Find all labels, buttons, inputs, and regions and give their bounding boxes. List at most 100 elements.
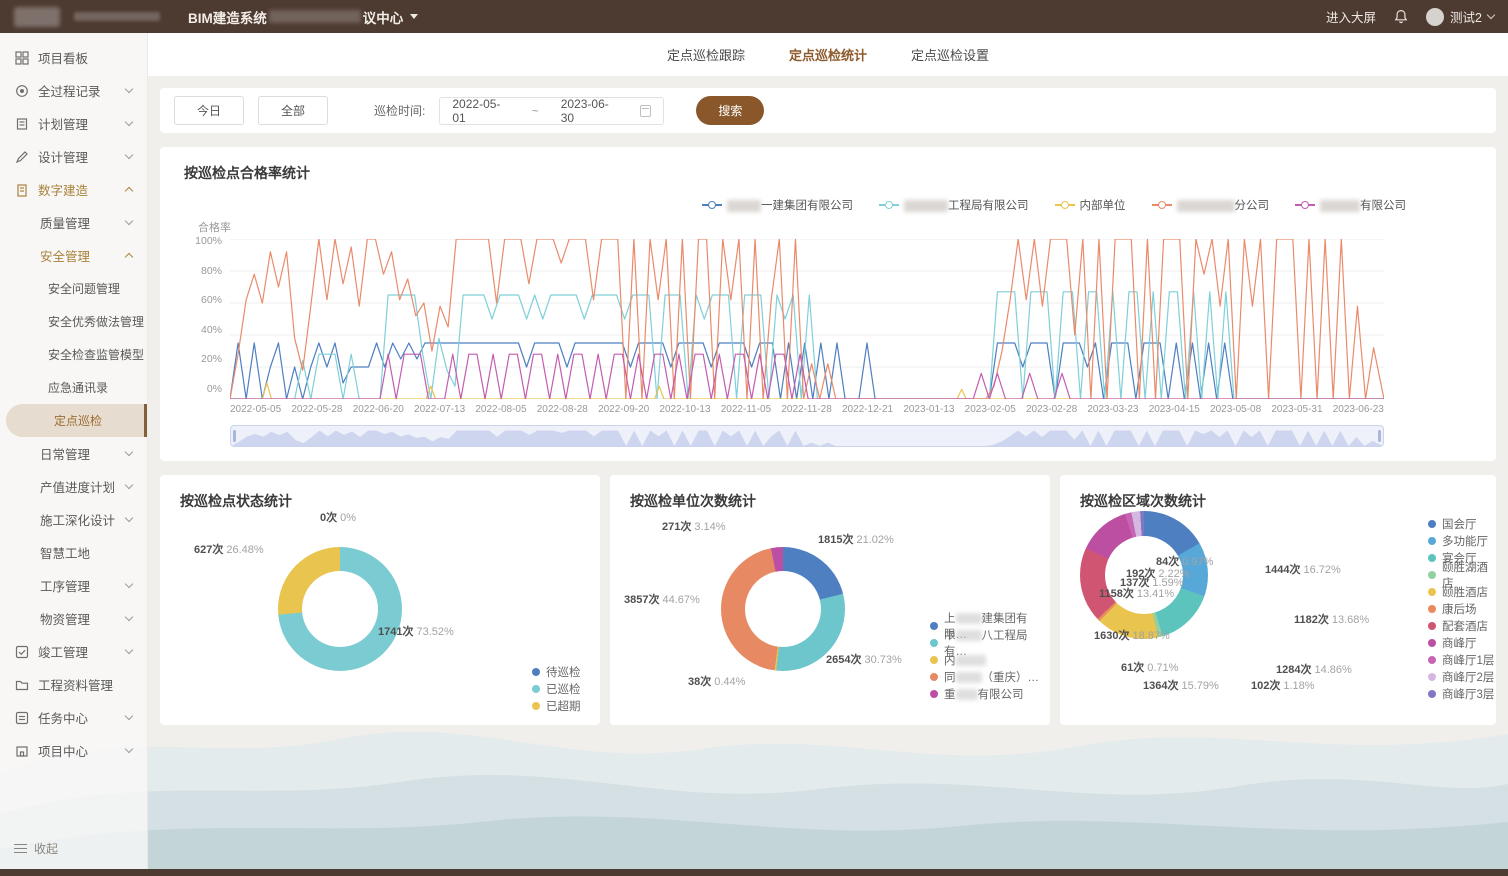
enter-big-screen-link[interactable]: 进入大屏 [1326, 7, 1376, 26]
donut-legend-item[interactable]: 商峰厅3层 [1428, 685, 1496, 702]
y-tick-label: 40% [184, 324, 222, 336]
chevron-down-icon [125, 217, 133, 225]
collapse-label: 收起 [34, 840, 58, 857]
donut-legend-item[interactable]: 颐胜酒店 [1428, 583, 1496, 600]
notification-bell-icon[interactable] [1394, 9, 1408, 24]
sidebar-item-label: 项目中心 [38, 741, 88, 760]
date-range-picker[interactable]: 2022-05-01 ~ 2023-06-30 [439, 97, 664, 125]
user-menu[interactable]: 测试2 [1426, 7, 1494, 26]
date-start[interactable]: 2022-05-01 [452, 97, 509, 125]
x-tick-label: 2022-06-20 [353, 404, 404, 415]
pass-rate-chart-title: 按巡检点合格率统计 [184, 163, 1472, 183]
line-chart-legend: 一建集团有限公司 工程局有限公司 内部单位 分公司 有限公司 [184, 197, 1406, 213]
tab-inspection-statistics[interactable]: 定点巡检统计 [789, 45, 867, 64]
chevron-down-icon [125, 481, 133, 489]
donut-legend-item[interactable]: 国会厅 [1428, 515, 1496, 532]
sidebar-item-label: 产值进度计划 [40, 477, 115, 496]
record-icon [15, 84, 29, 98]
donut-slice-label: 0次0% [320, 509, 356, 525]
sidebar-item[interactable]: 项目中心 [0, 734, 147, 767]
sidebar-item[interactable]: 安全优秀做法管理 [0, 305, 147, 338]
legend-item[interactable]: 有限公司 [1295, 197, 1406, 213]
sidebar-item[interactable]: 安全管理 [0, 239, 147, 272]
sidebar-item[interactable]: 应急通讯录 [0, 371, 147, 404]
sidebar-item[interactable]: 定点巡检 [6, 404, 147, 437]
sidebar-item[interactable]: 日常管理 [0, 437, 147, 470]
sidebar-item-label: 质量管理 [40, 213, 90, 232]
pass-rate-chart-card: 按巡检点合格率统计 一建集团有限公司 工程局有限公司 内部单位 分公司 有限公司 合格率… [160, 147, 1496, 461]
data-zoom-slider[interactable] [230, 425, 1384, 447]
sidebar-item[interactable]: 项目看板 [0, 41, 147, 74]
chevron-down-icon [125, 646, 133, 654]
status-donut-legend: 待巡检已巡检已超期 [532, 663, 581, 714]
donut-legend-item[interactable]: 颐胜湖酒店 [1428, 566, 1496, 583]
complete-icon [15, 645, 29, 659]
sidebar-item[interactable]: 全过程记录 [0, 74, 147, 107]
all-button[interactable]: 全部 [258, 96, 328, 125]
today-button[interactable]: 今日 [174, 96, 244, 125]
sidebar-item[interactable]: 计划管理 [0, 107, 147, 140]
sidebar-item[interactable]: 智慧工地 [0, 536, 147, 569]
donut-legend-item[interactable]: 待巡检 [532, 663, 581, 680]
donut-legend-item[interactable]: 内 [930, 651, 1050, 668]
donut-legend-item[interactable]: 商峰厅2层 [1428, 668, 1496, 685]
donut-legend-item[interactable]: 商峰厅1层 [1428, 651, 1496, 668]
legend-label: 康后场 [1442, 601, 1477, 617]
donut-slice-label: 102次1.18% [1251, 677, 1315, 693]
tab-inspection-tracking[interactable]: 定点巡检跟踪 [667, 45, 745, 64]
donut-legend-item[interactable]: 同（重庆）… [930, 668, 1050, 685]
line-legend-marker-icon [879, 200, 899, 210]
legend-label: 分公司 [1177, 197, 1270, 213]
legend-item[interactable]: 工程局有限公司 [879, 197, 1029, 213]
redacted-org-text [74, 12, 160, 21]
app-logo [14, 7, 60, 27]
sidebar-item[interactable]: 设计管理 [0, 140, 147, 173]
search-button[interactable]: 搜索 [696, 96, 764, 125]
legend-item[interactable]: 内部单位 [1055, 197, 1126, 213]
sidebar-item[interactable]: 质量管理 [0, 206, 147, 239]
sidebar-item[interactable]: 施工深化设计 [0, 503, 147, 536]
donut-legend-item[interactable]: 已超期 [532, 697, 581, 714]
sidebar-item[interactable]: 安全检查监管模型 [0, 338, 147, 371]
donut-legend-item[interactable]: 已巡检 [532, 680, 581, 697]
donut-slice-label: 1364次15.79% [1143, 677, 1219, 693]
status-donut-chart[interactable] [278, 547, 402, 671]
chevron-up-icon [125, 253, 133, 261]
avatar [1426, 8, 1444, 26]
sidebar-item[interactable]: 产值进度计划 [0, 470, 147, 503]
calendar-icon [640, 105, 651, 117]
sidebar-item[interactable]: 任务中心 [0, 701, 147, 734]
status-donut-title: 按巡检点状态统计 [180, 491, 580, 511]
donut-legend-item[interactable]: 康后场 [1428, 600, 1496, 617]
donut-slice-label: 61次0.71% [1121, 659, 1178, 675]
dashboard-icon [15, 51, 29, 65]
sidebar-collapse-button[interactable]: 收起 [14, 840, 58, 857]
sidebar-item[interactable]: 物资管理 [0, 602, 147, 635]
sidebar-item[interactable]: 工程资料管理 [0, 668, 147, 701]
donut-legend-item[interactable]: 商峰厅 [1428, 634, 1496, 651]
y-axis-label: 合格率 [198, 219, 1472, 235]
legend-item[interactable]: 一建集团有限公司 [702, 197, 853, 213]
sidebar-item-label: 智慧工地 [40, 543, 90, 562]
donut-legend-item[interactable]: 中八工程局有… [930, 634, 1050, 651]
x-tick-label: 2022-05-05 [230, 404, 281, 415]
x-tick-label: 2022-09-20 [598, 404, 649, 415]
date-end[interactable]: 2023-06-30 [561, 97, 618, 125]
sidebar-item[interactable]: 工序管理 [0, 569, 147, 602]
legend-dot-icon [1428, 656, 1436, 664]
app-title-prefix: BIM建造系统 [188, 7, 267, 27]
legend-dot-icon [1428, 537, 1436, 545]
donut-legend-item[interactable]: 配套酒店 [1428, 617, 1496, 634]
y-tick-label: 80% [184, 265, 222, 277]
donut-slice-label: 1741次73.52% [378, 623, 454, 639]
sidebar-item-label: 安全优秀做法管理 [48, 313, 144, 330]
legend-dot-icon [1428, 622, 1436, 630]
sidebar-item[interactable]: 数字建造 [0, 173, 147, 206]
donut-legend-item[interactable]: 多功能厅 [1428, 532, 1496, 549]
sidebar-item[interactable]: 安全问题管理 [0, 272, 147, 305]
tab-inspection-settings[interactable]: 定点巡检设置 [911, 45, 989, 64]
app-title[interactable]: BIM建造系统 议中心 [188, 7, 418, 27]
legend-item[interactable]: 分公司 [1152, 197, 1270, 213]
donut-legend-item[interactable]: 重有限公司 [930, 685, 1050, 702]
sidebar-item[interactable]: 竣工管理 [0, 635, 147, 668]
